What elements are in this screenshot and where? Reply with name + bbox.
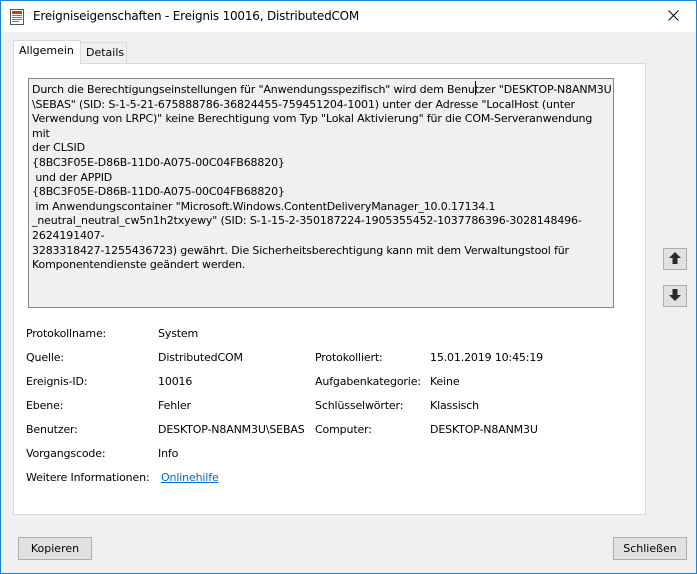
ereignis-id-value: 10016 [158,375,193,388]
arrow-up-icon [668,251,682,268]
close-button[interactable]: Schließen [613,537,687,560]
event-description-text: Durch die Berechtigungseinstellungen für… [32,83,612,272]
protokolliert-label: Protokolliert: [315,351,383,364]
event-properties-window: Ereigniseigenschaften - Ereignis 10016, … [0,0,697,574]
text-caret [475,81,476,95]
protokollname-label: Protokollname: [26,327,107,340]
window-title: Ereigniseigenschaften - Ereignis 10016, … [33,9,360,23]
tab-details[interactable]: Details [81,42,127,64]
event-viewer-icon [10,9,24,25]
schluesselwoerter-label: Schlüsselwörter: [315,399,404,412]
window-close-button[interactable] [650,1,696,32]
previous-event-button[interactable] [663,248,687,270]
quelle-value: DistributedCOM [158,351,243,364]
title-bar[interactable]: Ereigniseigenschaften - Ereignis 10016, … [1,1,696,32]
onlinehilfe-link[interactable]: Onlinehilfe [161,471,219,484]
protokollname-value: System [158,327,199,340]
close-icon [667,9,679,24]
event-description-box[interactable]: Durch die Berechtigungseinstellungen für… [28,78,614,308]
arrow-down-icon [668,288,682,305]
quelle-label: Quelle: [26,351,64,364]
computer-value: DESKTOP-N8ANM3U [430,423,538,436]
benutzer-value: DESKTOP-N8ANM3U\SEBAS [158,423,305,436]
vorgangscode-label: Vorgangscode: [26,447,106,460]
aufgabenkategorie-label: Aufgabenkategorie: [315,375,421,388]
vorgangscode-value: Info [158,447,179,460]
aufgabenkategorie-value: Keine [430,375,460,388]
next-event-button[interactable] [663,285,687,307]
protokolliert-value: 15.01.2019 10:45:19 [430,351,544,364]
schluesselwoerter-value: Klassisch [430,399,479,412]
ereignis-id-label: Ereignis-ID: [26,375,88,388]
copy-button[interactable]: Kopieren [18,537,92,560]
ebene-label: Ebene: [26,399,64,412]
ebene-value: Fehler [158,399,191,412]
benutzer-label: Benutzer: [26,423,78,436]
computer-label: Computer: [315,423,372,436]
tab-allgemein[interactable]: Allgemein [13,40,81,64]
weitere-informationen-label: Weitere Informationen: [26,471,150,484]
